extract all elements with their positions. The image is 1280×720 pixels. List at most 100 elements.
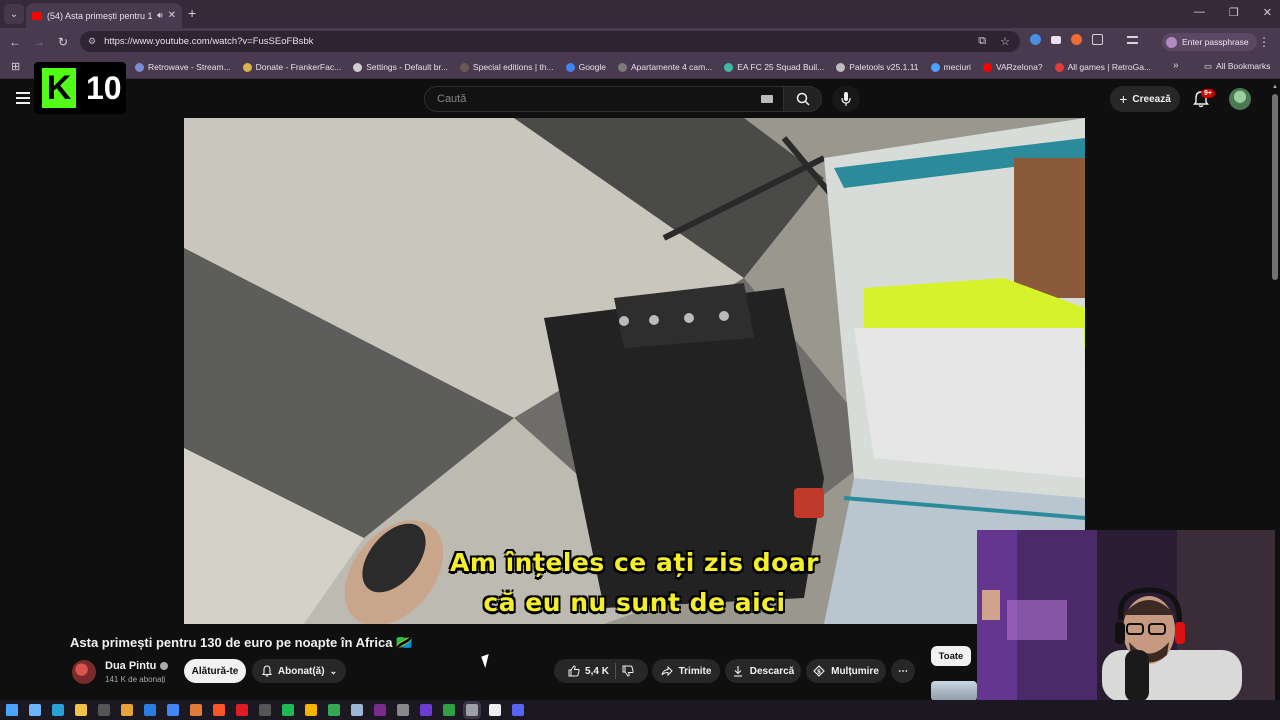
bookmark-favicon-icon bbox=[836, 62, 846, 72]
minimize-button[interactable]: — bbox=[1194, 6, 1205, 19]
speaker-icon[interactable]: 🔊︎ bbox=[157, 10, 163, 21]
bookmark-label: Paletools v25.1.11 bbox=[849, 62, 919, 72]
enter-passphrase-button[interactable]: Enter passphrase bbox=[1162, 33, 1257, 51]
forward-icon[interactable]: → bbox=[27, 35, 51, 49]
video-player[interactable]: Am înțeles ce ați zis doar că eu nu sunt… bbox=[184, 118, 1085, 624]
green-icon[interactable] bbox=[443, 704, 455, 716]
folder-icon[interactable] bbox=[397, 704, 409, 716]
apps-grid-icon[interactable]: ⊞ bbox=[11, 60, 20, 73]
violet-icon[interactable] bbox=[420, 704, 432, 716]
filter-chip-all[interactable]: Toate bbox=[931, 646, 971, 666]
extension-icon[interactable] bbox=[1051, 35, 1061, 44]
chrome-active-icon[interactable] bbox=[466, 704, 478, 716]
subtitle-line-2: că eu nu sunt de aici bbox=[483, 588, 786, 617]
bookmark-item[interactable]: Special editions | th... bbox=[459, 62, 554, 72]
chrome3-icon[interactable] bbox=[328, 704, 340, 716]
share-button[interactable]: Trimite bbox=[652, 659, 720, 683]
reading-list-icon[interactable] bbox=[1127, 35, 1138, 44]
close-window-button[interactable]: ✕ bbox=[1263, 6, 1272, 19]
search-icon bbox=[796, 92, 810, 106]
join-button[interactable]: Alătură-te bbox=[184, 659, 246, 683]
related-video-thumbnail[interactable] bbox=[931, 681, 977, 701]
puzzle-icon[interactable] bbox=[1092, 34, 1103, 45]
bookmark-item[interactable]: Retrowave - Stream... bbox=[135, 62, 231, 72]
subtitle-line-1: Am înțeles ce ați zis doar bbox=[449, 548, 820, 577]
hamburger-menu-icon[interactable] bbox=[16, 92, 30, 107]
search-button[interactable] bbox=[784, 86, 822, 112]
bookmark-item[interactable]: Paletools v25.1.11 bbox=[836, 62, 919, 72]
shield-icon[interactable] bbox=[121, 704, 133, 716]
create-button[interactable]: + Creează bbox=[1110, 86, 1180, 112]
voice-search-button[interactable] bbox=[832, 86, 860, 112]
start-icon[interactable] bbox=[6, 704, 18, 716]
bookmark-favicon-icon bbox=[242, 62, 252, 72]
bookmark-item[interactable]: EA FC 25 Squad Buil... bbox=[724, 62, 824, 72]
bookmark-label: Donate - FrankerFac... bbox=[255, 62, 342, 72]
bookmark-item[interactable]: meciuri bbox=[930, 62, 971, 72]
tab-search-button[interactable]: ⌄ bbox=[4, 4, 24, 24]
ps-icon[interactable] bbox=[98, 704, 110, 716]
spotify-icon[interactable] bbox=[282, 704, 294, 716]
brave-icon[interactable] bbox=[213, 704, 225, 716]
explorer-icon[interactable] bbox=[75, 704, 87, 716]
windows-taskbar bbox=[0, 700, 1280, 720]
copilot-icon[interactable] bbox=[29, 704, 41, 716]
back-icon[interactable]: ← bbox=[3, 35, 27, 49]
thanks-button[interactable]: $ Mulțumire bbox=[806, 659, 886, 683]
new-tab-button[interactable]: + bbox=[188, 5, 196, 21]
chrome-icon[interactable] bbox=[167, 704, 179, 716]
like-button[interactable]: 5,4 K bbox=[568, 665, 609, 677]
bookmark-item[interactable]: Google bbox=[565, 62, 606, 72]
install-app-icon[interactable]: ⧉ bbox=[978, 35, 986, 48]
address-bar[interactable]: ⚙︎ https://www.youtube.com/watch?v=FusSE… bbox=[80, 31, 1020, 52]
channel-avatar[interactable] bbox=[72, 660, 96, 684]
more-bookmarks-icon[interactable]: » bbox=[1173, 60, 1179, 71]
browser-menu-icon[interactable]: ⋮ bbox=[1258, 35, 1270, 49]
extension-icon[interactable] bbox=[1071, 34, 1082, 45]
red-icon[interactable] bbox=[236, 704, 248, 716]
bookmark-label: Special editions | th... bbox=[472, 62, 554, 72]
chrome2-icon[interactable] bbox=[305, 704, 317, 716]
kick-counter: 10 bbox=[86, 69, 122, 106]
scroll-thumb[interactable] bbox=[1272, 94, 1278, 280]
bookmark-item[interactable]: VARzelona? bbox=[982, 62, 1043, 72]
a-icon[interactable] bbox=[190, 704, 202, 716]
thumbs-down-icon[interactable] bbox=[622, 665, 634, 677]
app-icon[interactable] bbox=[144, 704, 156, 716]
extension-icon[interactable] bbox=[1030, 34, 1041, 45]
channel-name-link[interactable]: Dua Pintu bbox=[105, 660, 169, 672]
keyboard-icon[interactable] bbox=[761, 95, 773, 103]
search-input[interactable]: Caută bbox=[424, 86, 784, 112]
steam-icon[interactable] bbox=[351, 704, 363, 716]
kick-logo-icon: K bbox=[42, 68, 76, 108]
bookmark-item[interactable]: Donate - FrankerFac... bbox=[242, 62, 342, 72]
tab-close-button[interactable]: ✕ bbox=[168, 10, 176, 21]
channel-name: Dua Pintu bbox=[105, 660, 157, 672]
obs-icon[interactable] bbox=[259, 704, 271, 716]
download-button[interactable]: Descarcă bbox=[725, 659, 801, 683]
bookmark-item[interactable]: Settings - Default br... bbox=[353, 62, 448, 72]
capcut-icon[interactable] bbox=[489, 704, 501, 716]
account-avatar[interactable] bbox=[1229, 88, 1251, 110]
bookmark-favicon-icon bbox=[1054, 62, 1064, 72]
scroll-up-icon[interactable]: ▲ bbox=[1272, 84, 1278, 90]
bookmark-item[interactable]: Apartamente 4 cam... bbox=[618, 62, 712, 72]
url-text[interactable]: https://www.youtube.com/watch?v=FusSEoFB… bbox=[104, 36, 313, 47]
site-info-icon[interactable]: ⚙︎ bbox=[88, 36, 96, 47]
more-horizontal-icon: ⋯ bbox=[898, 665, 908, 677]
all-bookmarks-button[interactable]: ▭ All Bookmarks bbox=[1204, 61, 1270, 72]
share-arrow-icon bbox=[661, 665, 673, 677]
purple-icon[interactable] bbox=[374, 704, 386, 716]
discord-icon[interactable] bbox=[512, 704, 524, 716]
tab-youtube[interactable]: (54) Asta primești pentru 13 🔊︎ ✕ bbox=[26, 3, 182, 28]
edge-icon[interactable] bbox=[52, 704, 64, 716]
restore-button[interactable]: ❐ bbox=[1229, 6, 1239, 19]
bookmark-star-icon[interactable]: ☆ bbox=[1000, 35, 1010, 48]
subscribed-button[interactable]: Abonat(ă) ⌄ bbox=[252, 659, 346, 683]
webcam-feed bbox=[977, 530, 1275, 702]
bookmark-label: VARzelona? bbox=[995, 62, 1043, 72]
create-label: Creează bbox=[1132, 93, 1171, 105]
more-actions-button[interactable]: ⋯ bbox=[891, 659, 915, 683]
reload-icon[interactable]: ↻ bbox=[51, 35, 75, 49]
bookmark-item[interactable]: All games | RetroGa... bbox=[1054, 62, 1151, 72]
